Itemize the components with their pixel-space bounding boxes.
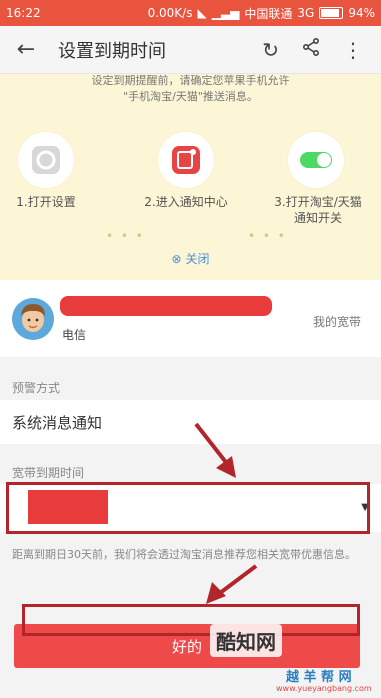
watermark-site: 越 羊 帮 网 (286, 670, 352, 685)
watermark-logo: 酷知网 (210, 624, 282, 657)
watermark-url: www.yueyangbang.com (276, 684, 372, 693)
